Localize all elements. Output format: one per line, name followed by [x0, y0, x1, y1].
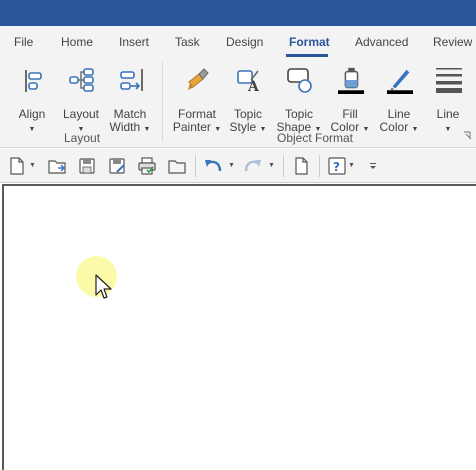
- line-label: Line: [436, 107, 460, 121]
- format-painter-label-2: Painter: [172, 120, 211, 134]
- line-color-swatch: [387, 90, 413, 94]
- svg-text:A: A: [247, 79, 260, 94]
- chevron-down-icon: ▼: [143, 126, 151, 133]
- tab-review[interactable]: Review: [433, 35, 472, 49]
- mouse-cursor-icon: [95, 274, 112, 299]
- chevron-down-icon: ▼: [411, 126, 419, 133]
- align-label: Align: [18, 107, 46, 121]
- match-width-label-2: Width: [109, 120, 141, 134]
- align-icon: [25, 70, 42, 92]
- format-painter-label-1: Format: [177, 107, 216, 121]
- help-icon[interactable]: ?: [328, 157, 346, 175]
- title-bar: [0, 0, 476, 26]
- topic-shape-label-1: Topic: [284, 107, 313, 121]
- topic-style-icon: A: [237, 70, 260, 94]
- line-weight-icon: [436, 68, 462, 93]
- topic-style-label-2: Style: [229, 120, 257, 134]
- tab-design[interactable]: Design: [226, 35, 263, 49]
- page-icon[interactable]: [292, 157, 310, 175]
- topic-shape-icon: [287, 68, 312, 93]
- print-icon[interactable]: [138, 157, 156, 175]
- tab-advanced[interactable]: Advanced: [355, 35, 408, 49]
- ribbon-tabs: File Home Insert Task Design Format Adva…: [0, 26, 476, 58]
- chevron-down-icon: ▼: [268, 162, 275, 169]
- match-width-icon: [120, 69, 143, 91]
- layout-group-label: Layout: [64, 131, 101, 145]
- toolbar-divider: [319, 155, 320, 177]
- tab-file[interactable]: File: [14, 35, 33, 49]
- chevron-down-icon[interactable]: ▼: [228, 162, 235, 169]
- line-color-label-2: Color: [379, 120, 409, 134]
- chevron-down-icon: ▼: [28, 126, 36, 133]
- object-format-group-label: Object Format: [277, 131, 354, 145]
- ribbon: Align ▼ Layout ▼ Match Width ▼ Layout Fo…: [0, 58, 476, 148]
- tab-format[interactable]: Format: [289, 35, 330, 49]
- toolbar-divider: [195, 155, 196, 177]
- topic-style-label-1: Topic: [233, 107, 262, 121]
- group-divider: [162, 62, 163, 142]
- redo-icon[interactable]: [244, 157, 262, 175]
- toolbar-divider: [283, 155, 284, 177]
- undo-icon[interactable]: [204, 157, 222, 175]
- fill-color-icon: [338, 67, 364, 94]
- tab-home[interactable]: Home: [61, 35, 93, 49]
- quick-access-toolbar: ▼ ▼ ▼ ? ▼: [0, 149, 476, 183]
- open-icon[interactable]: [48, 157, 66, 175]
- line-color-icon: [387, 69, 413, 94]
- new-document-icon[interactable]: [8, 157, 26, 175]
- line-color-label-1: Line: [387, 107, 411, 121]
- fill-color-swatch: [338, 90, 364, 94]
- tab-insert[interactable]: Insert: [119, 35, 149, 49]
- chevron-down-icon: ▼: [259, 126, 267, 133]
- layout-label: Layout: [62, 107, 100, 121]
- active-tab-indicator: [286, 54, 328, 57]
- format-painter-icon: [188, 68, 209, 90]
- match-width-label-1: Match: [113, 107, 147, 121]
- fill-color-label-1: Fill: [342, 107, 358, 121]
- open-folder-icon[interactable]: [168, 157, 186, 175]
- diagram-canvas[interactable]: [2, 184, 476, 470]
- chevron-down-icon: ▼: [362, 126, 370, 133]
- save-icon[interactable]: [78, 157, 96, 175]
- chevron-down-icon[interactable]: ▼: [348, 162, 355, 169]
- chevron-down-icon[interactable]: ▼: [29, 162, 36, 169]
- customize-icon[interactable]: [366, 157, 384, 175]
- save-as-icon[interactable]: [108, 157, 126, 175]
- tab-task[interactable]: Task: [175, 35, 200, 49]
- dialog-launcher-icon[interactable]: [463, 131, 472, 140]
- layout-icon: [69, 68, 94, 92]
- svg-text:?: ?: [333, 160, 340, 174]
- chevron-down-icon: ▼: [444, 126, 452, 133]
